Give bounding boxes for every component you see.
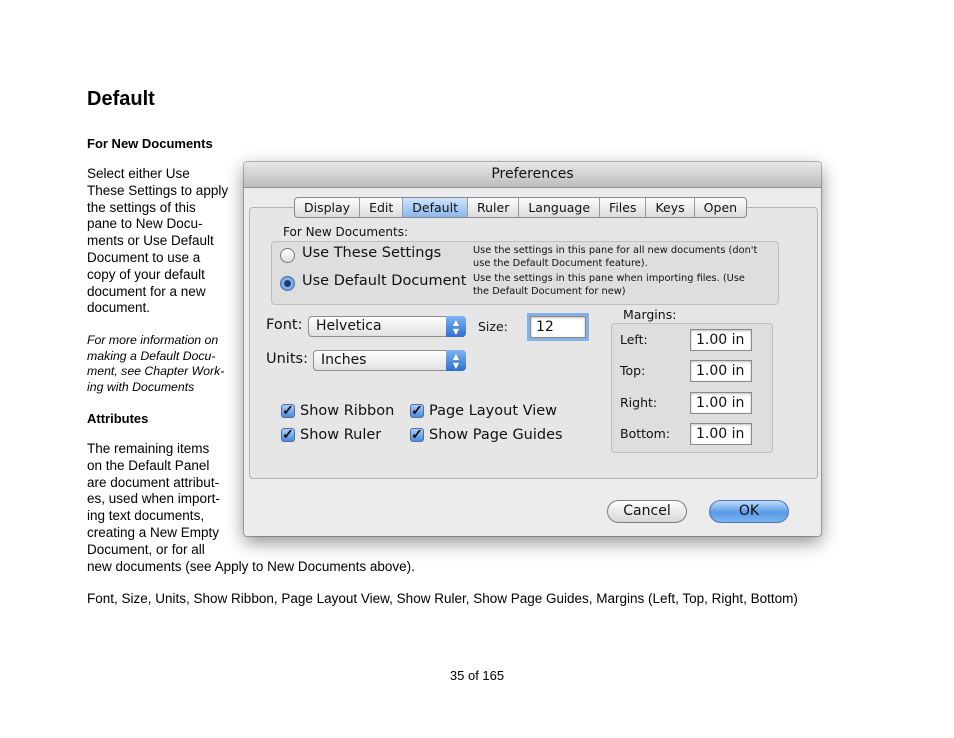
tab-ruler[interactable]: Ruler [468, 198, 520, 217]
tab-keys[interactable]: Keys [646, 198, 695, 217]
paragraph-new-documents: Select either Use These Settings to appl… [87, 166, 228, 317]
text-line: Use the settings in this pane for all ne… [473, 245, 758, 256]
for-new-documents-label: For New Documents: [283, 225, 409, 239]
use-these-settings-radio[interactable] [280, 248, 295, 263]
text-line: Select either Use [87, 166, 190, 181]
section-heading-attributes: Attributes [87, 411, 149, 426]
text-line: Document, or for all [87, 541, 205, 557]
margins-label: Margins: [623, 307, 677, 322]
text-line: ments or Use Default [87, 233, 214, 249]
font-popup[interactable]: Helvetica ▲ ▼ [308, 316, 466, 337]
section-heading-new-documents: For New Documents [87, 136, 213, 151]
popup-arrows-icon: ▲ ▼ [446, 350, 466, 371]
tab-open[interactable]: Open [695, 198, 746, 217]
dialog-title: Preferences [244, 162, 821, 188]
use-these-settings-label: Use These Settings [302, 245, 442, 261]
text-line: For more information on [87, 333, 219, 347]
text-line: Use the settings in this pane when impor… [473, 273, 745, 284]
page-number: 35 of 165 [449, 668, 505, 683]
show-ribbon-checkbox[interactable]: ✓ [281, 403, 295, 418]
text-line: These Settings to apply [87, 182, 229, 198]
font-value: Helvetica [316, 318, 382, 334]
margin-top-label: Top: [620, 363, 646, 378]
size-field[interactable]: 12 [527, 313, 589, 341]
attributes-list: Font, Size, Units, Show Ribbon, Page Lay… [87, 591, 798, 608]
new-documents-group: Use These Settings Use the settings in t… [271, 241, 779, 305]
text-line: use the Default Document feature). [473, 257, 648, 269]
units-label: Units: [266, 351, 308, 367]
size-label: Size: [478, 319, 508, 334]
page-layout-view-checkbox[interactable]: ✓ [410, 403, 424, 418]
page-title: Default [87, 88, 155, 110]
units-popup[interactable]: Inches ▲ ▼ [313, 350, 466, 371]
margin-right-label: Right: [620, 395, 658, 410]
show-ribbon-label: Show Ribbon [300, 403, 395, 419]
margin-left-field[interactable]: 1.00 in [690, 329, 752, 351]
page-layout-view-label: Page Layout View [429, 403, 558, 419]
margin-top-field[interactable]: 1.00 in [690, 360, 752, 382]
margin-right-field[interactable]: 1.00 in [690, 392, 752, 414]
text-line: making a Default Docu- [87, 348, 216, 363]
text-line: ing with Documents [87, 379, 195, 394]
use-default-document-radio[interactable] [280, 276, 295, 291]
text-line: Font, Size, Units, Show Ribbon, Page Lay… [87, 591, 798, 606]
default-pane: For New Documents: Use These Settings Us… [249, 207, 818, 479]
margins-group: Left: 1.00 in Top: 1.00 in Right: 1.00 i… [611, 323, 773, 453]
show-page-guides-label: Show Page Guides [429, 427, 563, 443]
popup-arrows-icon: ▲ ▼ [446, 316, 466, 337]
text-line: document. [87, 300, 151, 316]
ok-button[interactable]: OK [709, 500, 789, 523]
margin-bottom-label: Bottom: [620, 426, 671, 441]
tab-default[interactable]: Default [403, 198, 468, 217]
show-page-guides-checkbox[interactable]: ✓ [410, 427, 424, 442]
text-line: new documents (see Apply to New Document… [87, 558, 415, 574]
text-line: pane to New Docu- [87, 216, 203, 232]
text-line: Document to use a [87, 249, 201, 265]
margin-bottom-field[interactable]: 1.00 in [690, 423, 752, 445]
tab-edit[interactable]: Edit [360, 198, 404, 217]
tab-bar: Display Edit Default Ruler Language File… [294, 197, 748, 218]
text-line: the settings of this [87, 199, 196, 215]
tab-files[interactable]: Files [600, 198, 647, 217]
use-default-document-description: Use the settings in this pane when impor… [473, 273, 745, 298]
use-these-settings-description: Use the settings in this pane for all ne… [473, 245, 757, 270]
tab-display[interactable]: Display [295, 198, 361, 217]
tab-language[interactable]: Language [519, 198, 601, 217]
preferences-dialog: Preferences Display Edit Default Ruler L… [244, 162, 821, 536]
text-line: the Default Document for new) [473, 285, 626, 297]
margin-left-label: Left: [620, 332, 648, 347]
text-line: document for a new [87, 283, 206, 299]
use-default-document-label: Use Default Document [302, 273, 467, 289]
text-line: copy of your default [87, 266, 205, 282]
show-ruler-label: Show Ruler [300, 427, 382, 443]
show-ruler-checkbox[interactable]: ✓ [281, 427, 295, 442]
units-value: Inches [321, 352, 367, 368]
cancel-button[interactable]: Cancel [607, 500, 687, 523]
text-line: ment, see Chapter Work- [87, 364, 225, 379]
font-label: Font: [266, 317, 303, 333]
note-more-information: For more information on making a Default… [87, 333, 224, 395]
